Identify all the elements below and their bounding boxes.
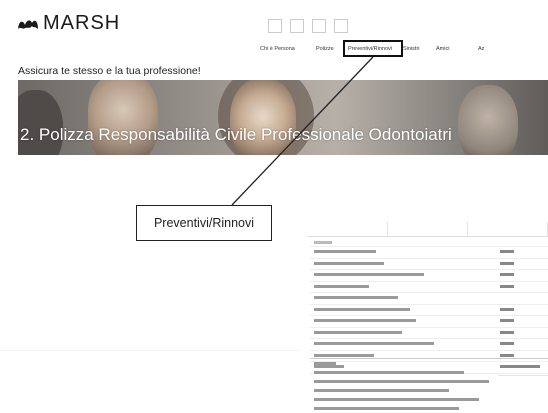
table-row <box>310 293 548 305</box>
table-row <box>310 316 548 328</box>
top-nav-item[interactable] <box>312 19 326 33</box>
row-label <box>314 398 479 401</box>
thumbnail-table <box>310 238 548 374</box>
row-label <box>314 389 449 392</box>
logo-text: MARSH <box>43 12 121 34</box>
row-label <box>314 319 416 322</box>
hero-banner: 2. Polizza Responsabilità Civile Profess… <box>18 80 548 155</box>
table-row <box>310 282 548 293</box>
nav-item-amici[interactable]: Amici <box>436 46 449 52</box>
row-label <box>314 241 332 244</box>
table-row <box>310 339 548 351</box>
row-label <box>314 407 459 410</box>
nav-item-polizze[interactable]: Polizze <box>316 46 334 52</box>
row-label <box>314 330 402 334</box>
nav-highlight-frame <box>343 40 403 57</box>
table-row <box>310 305 548 316</box>
corner-widget <box>498 375 548 408</box>
hero-person-right <box>458 85 518 155</box>
row-value <box>500 284 514 288</box>
secondary-nav: Chi è Persona Polizze Preventivi/Rinnovi… <box>260 46 548 58</box>
nav-item-sinistri[interactable]: Sinistri <box>403 46 420 52</box>
table-row <box>310 270 548 282</box>
row-value <box>500 330 514 334</box>
table-row <box>310 247 548 259</box>
row-label <box>314 353 374 357</box>
top-nav-item[interactable] <box>334 19 348 33</box>
top-nav <box>268 19 356 33</box>
row-label <box>314 273 424 276</box>
row-value <box>500 261 514 265</box>
marsh-logo-icon <box>17 17 39 31</box>
nav-item-az[interactable]: Az <box>478 46 484 52</box>
callout-box: Preventivi/Rinnovi <box>136 205 272 241</box>
thumbnail-tab <box>308 222 388 236</box>
divider <box>0 350 300 351</box>
row-label <box>314 371 464 374</box>
thumbnail-tabs <box>308 222 548 237</box>
row-label <box>314 296 398 299</box>
callout-label: Preventivi/Rinnovi <box>153 216 255 230</box>
marsh-logo[interactable]: MARSH <box>17 12 120 35</box>
top-nav-item[interactable] <box>290 19 304 33</box>
row-label <box>314 307 410 311</box>
row-value <box>500 319 514 322</box>
row-label <box>314 362 336 365</box>
row-label <box>314 284 369 288</box>
table-row <box>310 259 548 270</box>
top-nav-item[interactable] <box>268 19 282 33</box>
hero-person-left <box>18 90 63 155</box>
row-value <box>500 342 514 345</box>
thumbnail-tab <box>388 222 468 236</box>
hero-title: 2. Polizza Responsabilità Civile Profess… <box>20 125 452 144</box>
table-row <box>310 238 548 247</box>
row-value <box>500 307 514 311</box>
page-tagline: Assicura te stesso e la tua professione! <box>18 65 201 77</box>
list-item <box>310 359 548 368</box>
row-label <box>314 250 376 253</box>
row-label <box>314 261 384 265</box>
row-label <box>314 342 434 345</box>
nav-item-chi-e-persona[interactable]: Chi è Persona <box>260 46 295 52</box>
row-value <box>500 250 514 253</box>
row-value <box>500 273 514 276</box>
row-value <box>500 353 514 357</box>
row-label <box>314 380 489 383</box>
table-row <box>310 328 548 339</box>
thumbnail-tab <box>468 222 548 236</box>
